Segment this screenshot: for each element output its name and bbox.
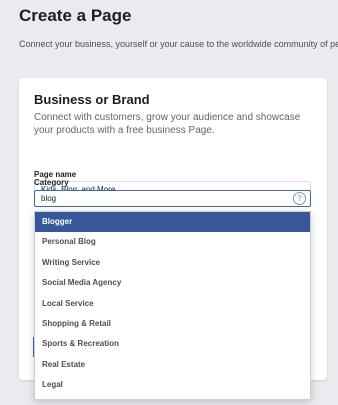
dropdown-option[interactable]: Social Media Agency — [35, 273, 310, 293]
dropdown-option[interactable]: Local Service — [35, 294, 310, 314]
card-title: Business or Brand — [34, 92, 150, 107]
card-description: Connect with customers, grow your audien… — [34, 112, 301, 136]
category-label: Category — [34, 178, 69, 187]
category-input[interactable]: blog ? — [34, 190, 311, 207]
dropdown-option[interactable]: Real Estate — [35, 355, 310, 375]
page-title: Create a Page — [19, 6, 132, 25]
help-icon[interactable]: ? — [293, 192, 306, 205]
page-subtitle: Connect your business, yourself or your … — [19, 39, 338, 49]
dropdown-option[interactable]: Legal — [35, 375, 310, 395]
dropdown-option[interactable]: Personal Blog — [35, 232, 310, 252]
category-input-text: blog — [41, 194, 57, 203]
dropdown-option[interactable]: Writing Service — [35, 253, 310, 273]
dropdown-option[interactable]: Shopping & Retail — [35, 314, 310, 334]
dropdown-option[interactable]: Blogger — [35, 212, 310, 233]
category-dropdown: Blogger Personal Blog Writing Service Socia… — [34, 211, 311, 400]
dropdown-option[interactable]: Sports & Recreation — [35, 334, 310, 354]
